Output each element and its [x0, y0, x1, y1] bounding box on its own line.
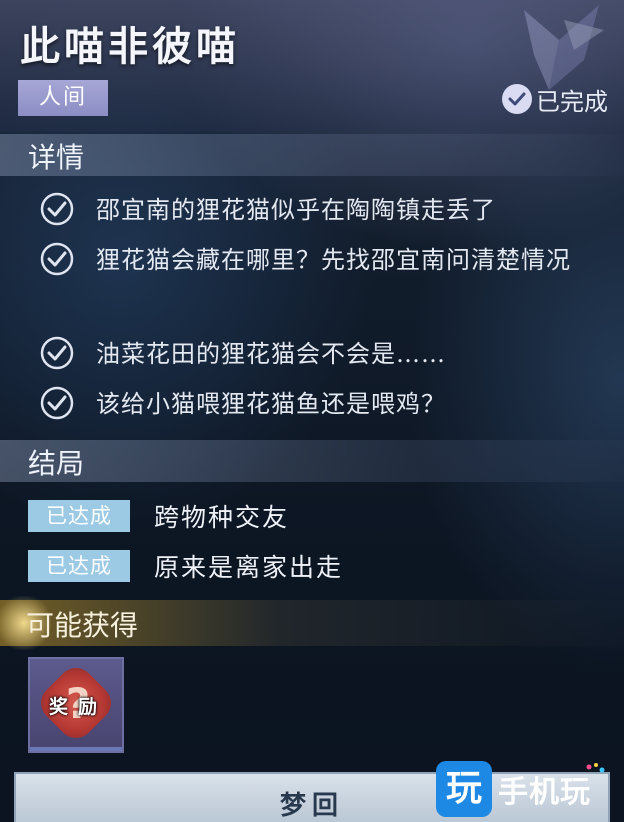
reward-slot[interactable]: ? 奖励 [28, 657, 124, 753]
task-text: 狸花猫会藏在哪里？先找邵宜南问清楚情况 [96, 246, 571, 274]
dots-decoration-icon [586, 763, 605, 773]
ending-item: 已达成 原来是离家出走 [28, 548, 343, 584]
achieved-badge: 已达成 [28, 500, 130, 532]
details-heading: 详情 [28, 141, 85, 174]
task-text: 该给小猫喂狸花猫鱼还是喂鸡？ [96, 390, 446, 418]
details-header-bar [0, 134, 624, 176]
rewards-heading: 可能获得 [26, 609, 139, 642]
ending-text: 原来是离家出走 [154, 553, 344, 582]
endings-heading: 结局 [28, 447, 85, 480]
reward-label: 奖励 [48, 696, 107, 718]
check-circle-icon [40, 386, 74, 420]
reward-rarity-strip [30, 747, 122, 751]
check-circle-icon [40, 242, 74, 276]
check-circle-icon [40, 192, 74, 226]
realm-tag: 人间 [18, 80, 108, 116]
check-circle-icon [40, 336, 74, 370]
task-text: 邵宜南的狸花猫似乎在陶陶镇走丢了 [96, 196, 496, 224]
task-item: 该给小猫喂狸花猫鱼还是喂鸡？ [38, 384, 596, 424]
task-item: 油菜花田的狸花猫会不会是…… [38, 334, 596, 374]
task-item: 邵宜南的狸花猫似乎在陶陶镇走丢了 [38, 190, 596, 230]
completed-check-icon [502, 84, 532, 114]
watermark-logo: 玩 [436, 761, 492, 817]
achieved-badge: 已达成 [28, 550, 130, 582]
watermark-text: 手机玩 [498, 775, 591, 810]
quest-title: 此喵非彼喵 [20, 23, 240, 70]
ending-text: 跨物种交友 [154, 503, 290, 532]
task-item: 狸花猫会藏在哪里？先找邵宜南问清楚情况 [38, 240, 596, 280]
site-watermark: 玩 手机玩 [436, 756, 616, 822]
task-text: 油菜花田的狸花猫会不会是…… [96, 340, 446, 368]
quest-status-label: 已完成 [536, 87, 608, 116]
quest-status: 已完成 [502, 82, 608, 116]
ending-item: 已达成 跨物种交友 [28, 498, 289, 534]
endings-header-bar [0, 440, 624, 482]
